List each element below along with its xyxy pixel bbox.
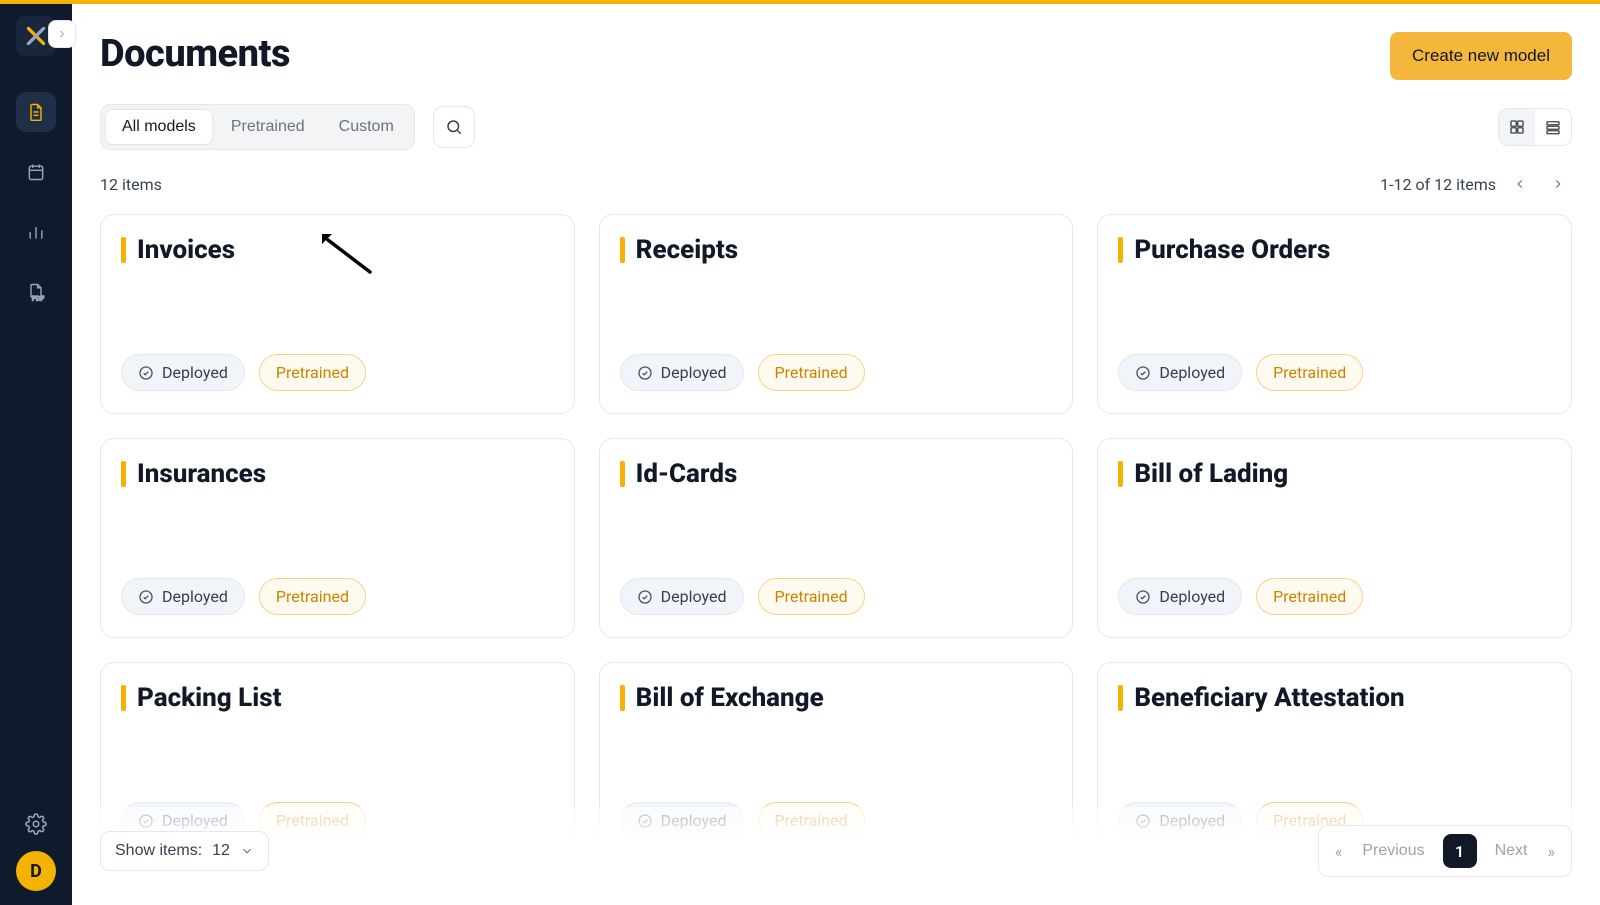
- tag-badge-pretrained: Pretrained: [758, 354, 865, 391]
- status-badge-deployed: Deployed: [620, 578, 744, 615]
- nav-documents[interactable]: [16, 92, 56, 132]
- tag-badge-pretrained: Pretrained: [259, 578, 366, 615]
- settings-icon[interactable]: [25, 813, 47, 835]
- main-content: Documents Create new model All models Pr…: [72, 4, 1600, 905]
- filter-tab-pretrained[interactable]: Pretrained: [215, 109, 321, 145]
- user-avatar[interactable]: D: [16, 851, 56, 891]
- card-title: Receipts: [620, 235, 1053, 265]
- status-badge-label: Deployed: [162, 587, 228, 606]
- list-view-button[interactable]: [1535, 109, 1571, 145]
- page-title: Documents: [100, 32, 290, 76]
- check-circle-icon: [1135, 365, 1151, 381]
- status-badge-label: Deployed: [661, 587, 727, 606]
- model-card[interactable]: Bill of Lading Deployed Pretrained: [1097, 438, 1572, 638]
- page-next-top[interactable]: [1544, 170, 1572, 198]
- item-range: 1-12 of 12 items: [1380, 175, 1496, 194]
- filter-tab-custom[interactable]: Custom: [323, 109, 410, 145]
- check-circle-icon: [637, 589, 653, 605]
- pagination: « Previous 1 Next »: [1318, 825, 1572, 877]
- model-card[interactable]: Insurances Deployed Pretrained: [100, 438, 575, 638]
- footer-bar: Show items: 12 « Previous 1 Next »: [100, 807, 1572, 905]
- card-title: Purchase Orders: [1118, 235, 1551, 265]
- card-badges: Deployed Pretrained: [121, 578, 554, 615]
- card-title: Invoices: [121, 235, 554, 265]
- document-icon: [26, 102, 46, 122]
- model-card[interactable]: Receipts Deployed Pretrained: [599, 214, 1074, 414]
- status-badge-deployed: Deployed: [620, 354, 744, 391]
- status-badge-label: Deployed: [1159, 363, 1225, 382]
- card-badges: Deployed Pretrained: [1118, 578, 1551, 615]
- svg-text:PDF: PDF: [32, 294, 45, 302]
- check-circle-icon: [138, 365, 154, 381]
- current-page[interactable]: 1: [1443, 834, 1477, 868]
- item-count: 12 items: [100, 175, 162, 194]
- check-circle-icon: [637, 365, 653, 381]
- status-badge-deployed: Deployed: [121, 354, 245, 391]
- card-title: Beneficiary Attestation: [1118, 683, 1551, 713]
- card-title: Packing List: [121, 683, 554, 713]
- status-badge-deployed: Deployed: [121, 578, 245, 615]
- status-badge-label: Deployed: [661, 363, 727, 382]
- first-page-icon[interactable]: «: [1333, 842, 1345, 861]
- card-title: Id-Cards: [620, 459, 1053, 489]
- chevron-down-icon: [240, 844, 254, 858]
- card-badges: Deployed Pretrained: [1118, 354, 1551, 391]
- logo-x-icon: [23, 23, 49, 49]
- tag-badge-pretrained: Pretrained: [1256, 578, 1363, 615]
- tag-badge-pretrained: Pretrained: [259, 354, 366, 391]
- check-circle-icon: [1135, 589, 1151, 605]
- last-page-icon[interactable]: »: [1546, 842, 1558, 861]
- grid-icon: [1508, 118, 1526, 136]
- status-badge-label: Deployed: [162, 363, 228, 382]
- card-title: Bill of Exchange: [620, 683, 1053, 713]
- model-card[interactable]: Invoices Deployed Pretrained: [100, 214, 575, 414]
- search-icon: [445, 118, 463, 136]
- avatar-initial: D: [30, 861, 42, 882]
- chevron-right-icon: [1551, 177, 1565, 191]
- status-badge-label: Deployed: [1159, 587, 1225, 606]
- card-badges: Deployed Pretrained: [620, 354, 1053, 391]
- nav-calendar[interactable]: [16, 152, 56, 192]
- model-card[interactable]: Purchase Orders Deployed Pretrained: [1097, 214, 1572, 414]
- model-card[interactable]: Id-Cards Deployed Pretrained: [599, 438, 1074, 638]
- pdf-icon: PDF: [26, 282, 46, 302]
- prev-page-button[interactable]: Previous: [1356, 838, 1430, 864]
- chevron-left-icon: [1513, 177, 1527, 191]
- nav-pdf[interactable]: PDF: [16, 272, 56, 312]
- page-prev-top[interactable]: [1506, 170, 1534, 198]
- calendar-icon: [26, 162, 46, 182]
- card-badges: Deployed Pretrained: [121, 354, 554, 391]
- chevron-right-icon: [56, 28, 68, 40]
- show-items-prefix: Show items:: [115, 842, 202, 860]
- grid-view-button[interactable]: [1499, 109, 1535, 145]
- model-filter-tabs: All models Pretrained Custom: [100, 104, 415, 150]
- card-title: Bill of Lading: [1118, 459, 1551, 489]
- next-page-button[interactable]: Next: [1489, 838, 1534, 864]
- nav-analytics[interactable]: [16, 212, 56, 252]
- status-badge-deployed: Deployed: [1118, 354, 1242, 391]
- status-badge-deployed: Deployed: [1118, 578, 1242, 615]
- card-badges: Deployed Pretrained: [620, 578, 1053, 615]
- show-items-select[interactable]: Show items: 12: [100, 831, 269, 871]
- card-title: Insurances: [121, 459, 554, 489]
- filter-tab-all[interactable]: All models: [105, 109, 213, 145]
- show-items-value: 12: [212, 842, 230, 860]
- check-circle-icon: [138, 589, 154, 605]
- create-model-button[interactable]: Create new model: [1390, 32, 1572, 80]
- bar-chart-icon: [26, 222, 46, 242]
- sidebar: PDF D: [0, 4, 72, 905]
- model-grid: Invoices Deployed Pretrained Receipts Deploy…: [100, 214, 1572, 905]
- list-icon: [1544, 118, 1562, 136]
- search-button[interactable]: [433, 106, 475, 148]
- view-toggle: [1498, 108, 1572, 146]
- tag-badge-pretrained: Pretrained: [758, 578, 865, 615]
- tag-badge-pretrained: Pretrained: [1256, 354, 1363, 391]
